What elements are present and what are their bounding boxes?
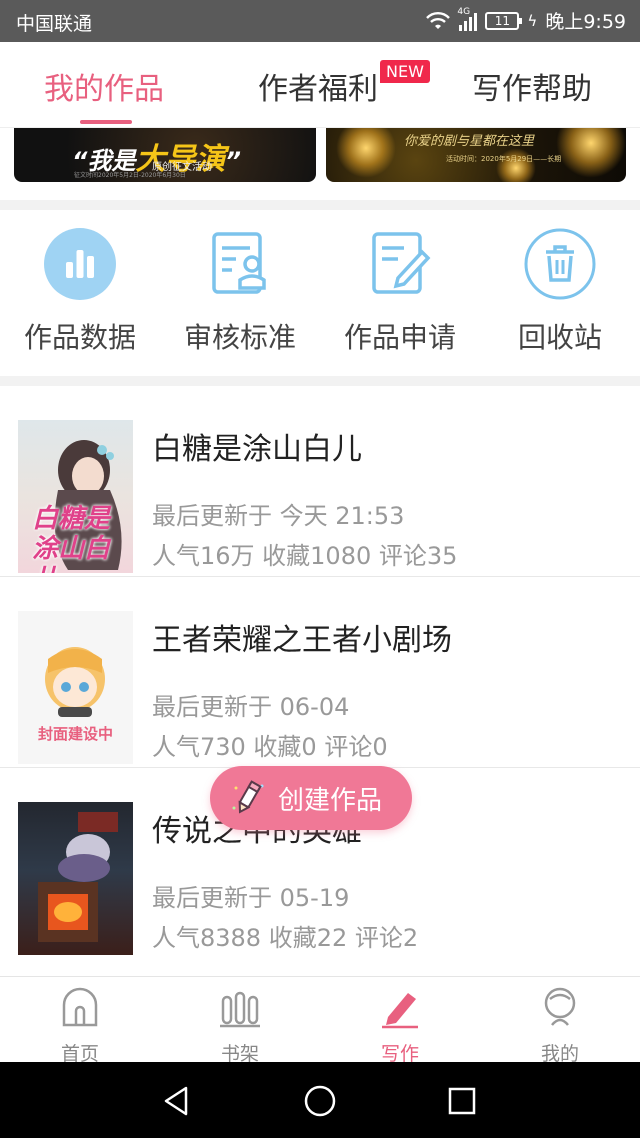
clock: 晚上9:59 [545,11,626,33]
banner-fireworks[interactable]: 你爱的剧与星都在这里 活动时间：2020年5月29日——长期 [326,128,626,182]
work-title: 王者荣耀之王者小剧场 [152,623,452,658]
book-cover [18,802,133,955]
tool-works-apply[interactable]: 作品申请 [325,228,475,356]
bookshelf-icon [220,991,260,1028]
review-standard-icon [212,232,266,294]
tool-works-data[interactable]: 作品数据 [5,228,155,356]
work-stats: 人气8388 收藏22 评论2 [152,924,419,952]
trash-icon [524,228,596,300]
cover-title: 白糖是涂山白儿 [32,504,111,573]
chart-icon [44,228,116,300]
back-icon[interactable] [160,1084,194,1118]
tool-label: 审核标准 [183,321,296,354]
nav-profile[interactable]: 我的 [480,985,640,1066]
work-item[interactable]: 封面建设中 王者荣耀之王者小剧场 最后更新于 06-04 人气730 收藏0 评… [0,577,640,768]
tab-writing-help[interactable]: 写作帮助 [472,64,592,108]
write-icon [382,993,418,1029]
home-button-icon[interactable] [303,1084,337,1118]
banner-date: 征文时间2020年5月2日-2020年6月30日 [74,172,186,179]
nav-home[interactable]: 首页 [0,985,160,1066]
nav-bookshelf[interactable]: 书架 [160,985,320,1066]
pencil-icon [232,780,264,814]
cover-placeholder-text: 封面建设中 [37,725,113,743]
wifi-icon [426,11,451,29]
profile-icon [544,987,576,1026]
work-updated: 最后更新于 06-04 [152,693,350,721]
divider [0,200,640,210]
tools-row: 作品数据 审核标准 作品申请 回收站 [0,210,640,376]
recents-icon[interactable] [445,1084,479,1118]
divider [0,376,640,386]
top-tabs: 我的作品 作者福利 NEW 写作帮助 [0,42,640,128]
tool-recycle-bin[interactable]: 回收站 [485,228,635,356]
charging-icon: ϟ [527,11,538,30]
tool-review-standards[interactable]: 审核标准 [165,228,315,356]
create-work-button[interactable]: 创建作品 [210,766,412,830]
status-icons: 4G 11 ϟ 晚上9:59 [425,7,626,34]
book-cover: 白糖是涂山白儿 [18,420,133,573]
tool-label: 回收站 [517,321,602,354]
system-nav-bar [0,1062,640,1138]
apply-icon [372,232,431,294]
banner-headline: 你爱的剧与星都在这里 [404,134,535,149]
carrier-name: 中国联通 [16,13,93,35]
tab-author-benefits[interactable]: 作者福利 [258,64,378,108]
banner-carousel: “我是大导演” 原创征文活动 征文时间2020年5月2日-2020年6月30日 … [0,128,640,200]
active-tab-indicator [80,120,132,124]
battery-level: 11 [494,13,511,28]
nav-write[interactable]: 写作 [320,985,480,1066]
new-badge: NEW [380,60,430,83]
work-updated: 最后更新于 05-19 [152,884,350,912]
work-updated: 最后更新于 今天 21:53 [152,502,405,530]
bottom-nav: 首页 书架 写作 我的 [0,976,640,1065]
work-item[interactable]: 白糖是涂山白儿 白糖是涂山白儿 最后更新于 今天 21:53 人气16万 收藏1… [0,386,640,577]
tab-my-works[interactable]: 我的作品 [44,64,164,108]
banner-director-contest[interactable]: “我是大导演” 原创征文活动 征文时间2020年5月2日-2020年6月30日 [14,128,316,182]
create-work-label: 创建作品 [278,785,383,816]
book-cover: 封面建设中 [18,611,133,764]
network-type: 4G [457,6,471,17]
work-stats: 人气730 收藏0 评论0 [152,733,388,761]
home-icon [62,987,98,1027]
signal-icon: 4G [457,7,478,31]
works-list: 白糖是涂山白儿 白糖是涂山白儿 最后更新于 今天 21:53 人气16万 收藏1… [0,386,640,959]
work-title: 白糖是涂山白儿 [152,432,362,467]
tool-label: 作品申请 [343,321,456,354]
battery-icon: 11 [485,11,523,30]
banner-date: 活动时间：2020年5月29日——长期 [446,155,562,163]
work-stats: 人气16万 收藏1080 评论35 [152,542,458,570]
tool-label: 作品数据 [23,321,136,354]
status-bar: 中国联通 4G 11 ϟ 晚上9:59 [0,0,640,42]
